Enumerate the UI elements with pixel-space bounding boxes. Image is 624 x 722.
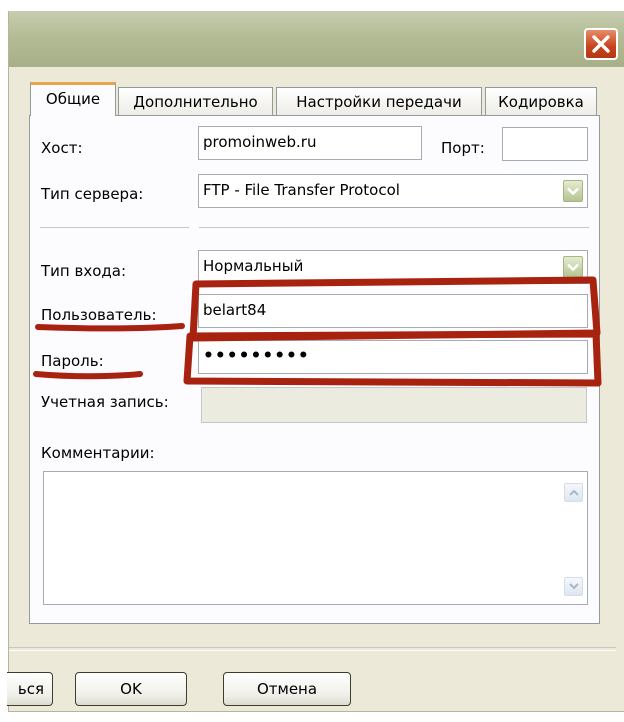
close-button[interactable] [584, 28, 618, 60]
tab-general[interactable]: Общие [30, 82, 116, 116]
comments-label: Комментарии: [41, 444, 155, 462]
host-label: Хост: [41, 139, 83, 157]
password-label: Пароль: [41, 352, 104, 370]
server-type-label: Тип сервера: [41, 185, 144, 203]
title-bar [9, 11, 624, 67]
tab-transfer-settings[interactable]: Настройки передачи [276, 87, 482, 117]
scroll-down-icon [568, 583, 579, 590]
login-type-value: Нормальный [203, 257, 304, 275]
login-type-select[interactable]: Нормальный [198, 250, 588, 284]
login-type-dropdown-button[interactable] [563, 256, 583, 278]
connect-button[interactable]: ься [7, 672, 53, 706]
account-input [201, 387, 587, 423]
scroll-up-icon [568, 489, 579, 496]
tab-advanced-label: Дополнительно [133, 93, 258, 111]
chevron-down-icon [567, 187, 579, 195]
site-settings-dialog: Общие Дополнительно Настройки передачи К… [7, 11, 624, 712]
tab-transfer-settings-label: Настройки передачи [296, 93, 462, 111]
ok-button[interactable]: OK [75, 672, 187, 706]
tab-general-label: Общие [45, 90, 101, 108]
login-type-label: Тип входа: [41, 262, 126, 280]
buttons-separator [9, 647, 616, 651]
port-input[interactable] [502, 127, 588, 161]
tab-encoding-label: Кодировка [498, 93, 584, 111]
comments-textarea[interactable] [43, 471, 588, 605]
tab-encoding[interactable]: Кодировка [485, 87, 597, 117]
scroll-up-button[interactable] [564, 483, 583, 502]
server-type-select[interactable]: FTP - File Transfer Protocol [198, 174, 588, 208]
user-label: Пользователь: [41, 306, 157, 324]
tab-advanced[interactable]: Дополнительно [118, 87, 273, 117]
chevron-down-icon [567, 263, 579, 271]
user-input[interactable]: belart84 [198, 294, 588, 328]
separator-left [40, 227, 189, 231]
close-x-icon [592, 35, 610, 53]
cancel-button[interactable]: Отмена [223, 672, 351, 706]
account-label: Учетная запись: [41, 393, 169, 411]
port-label: Порт: [441, 139, 485, 157]
server-type-dropdown-button[interactable] [563, 180, 583, 202]
scroll-down-button[interactable] [564, 577, 583, 596]
server-type-value: FTP - File Transfer Protocol [203, 181, 400, 199]
password-input[interactable]: ••••••••• [198, 340, 588, 374]
separator-right [199, 227, 589, 231]
host-input[interactable]: promoinweb.ru [198, 126, 422, 160]
